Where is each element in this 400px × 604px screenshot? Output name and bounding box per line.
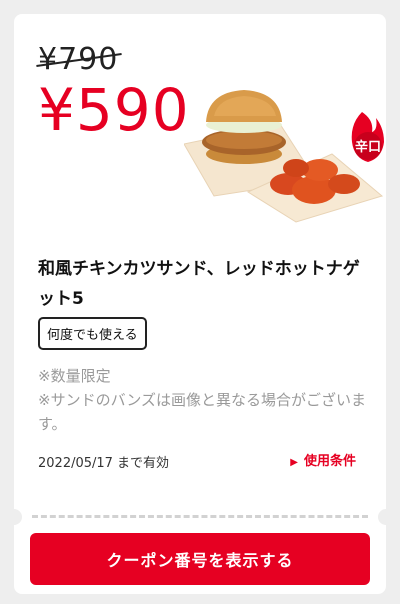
usage-conditions-label: 使用条件 bbox=[303, 454, 356, 469]
product-title: 和風チキンカツサンド、レッドホットナゲット5 bbox=[38, 259, 360, 309]
original-price: ¥790 bbox=[36, 42, 123, 77]
dashed-line bbox=[32, 515, 368, 518]
product-image: 辛口 bbox=[184, 90, 384, 223]
play-triangle-icon: ▶ bbox=[290, 457, 298, 468]
show-coupon-number-button[interactable]: クーポン番号を表示する bbox=[30, 533, 370, 585]
discount-price: ¥590 bbox=[38, 76, 190, 144]
usage-badge: 何度でも使える bbox=[38, 317, 147, 350]
usage-conditions-link[interactable]: ▶ 使用条件 bbox=[290, 450, 356, 469]
left-notch bbox=[14, 509, 22, 525]
right-notch bbox=[378, 509, 386, 525]
perforation-divider bbox=[14, 509, 386, 525]
spicy-badge-label: 辛口 bbox=[355, 139, 381, 155]
note-limited-quantity: ※数量限定 bbox=[38, 367, 111, 385]
coupon-card: ¥790 ¥590 辛口 和風チキンカツサンド、レッドホットナゲット5 何度でも… bbox=[14, 14, 386, 594]
note-bun-image: ※サンドのバンズは画像と異なる場合がございます。 bbox=[38, 391, 367, 433]
notes: ※数量限定 ※サンドのバンズは画像と異なる場合がございます。 bbox=[38, 364, 368, 436]
validity-date: 2022/05/17 まで有効 bbox=[38, 456, 170, 471]
